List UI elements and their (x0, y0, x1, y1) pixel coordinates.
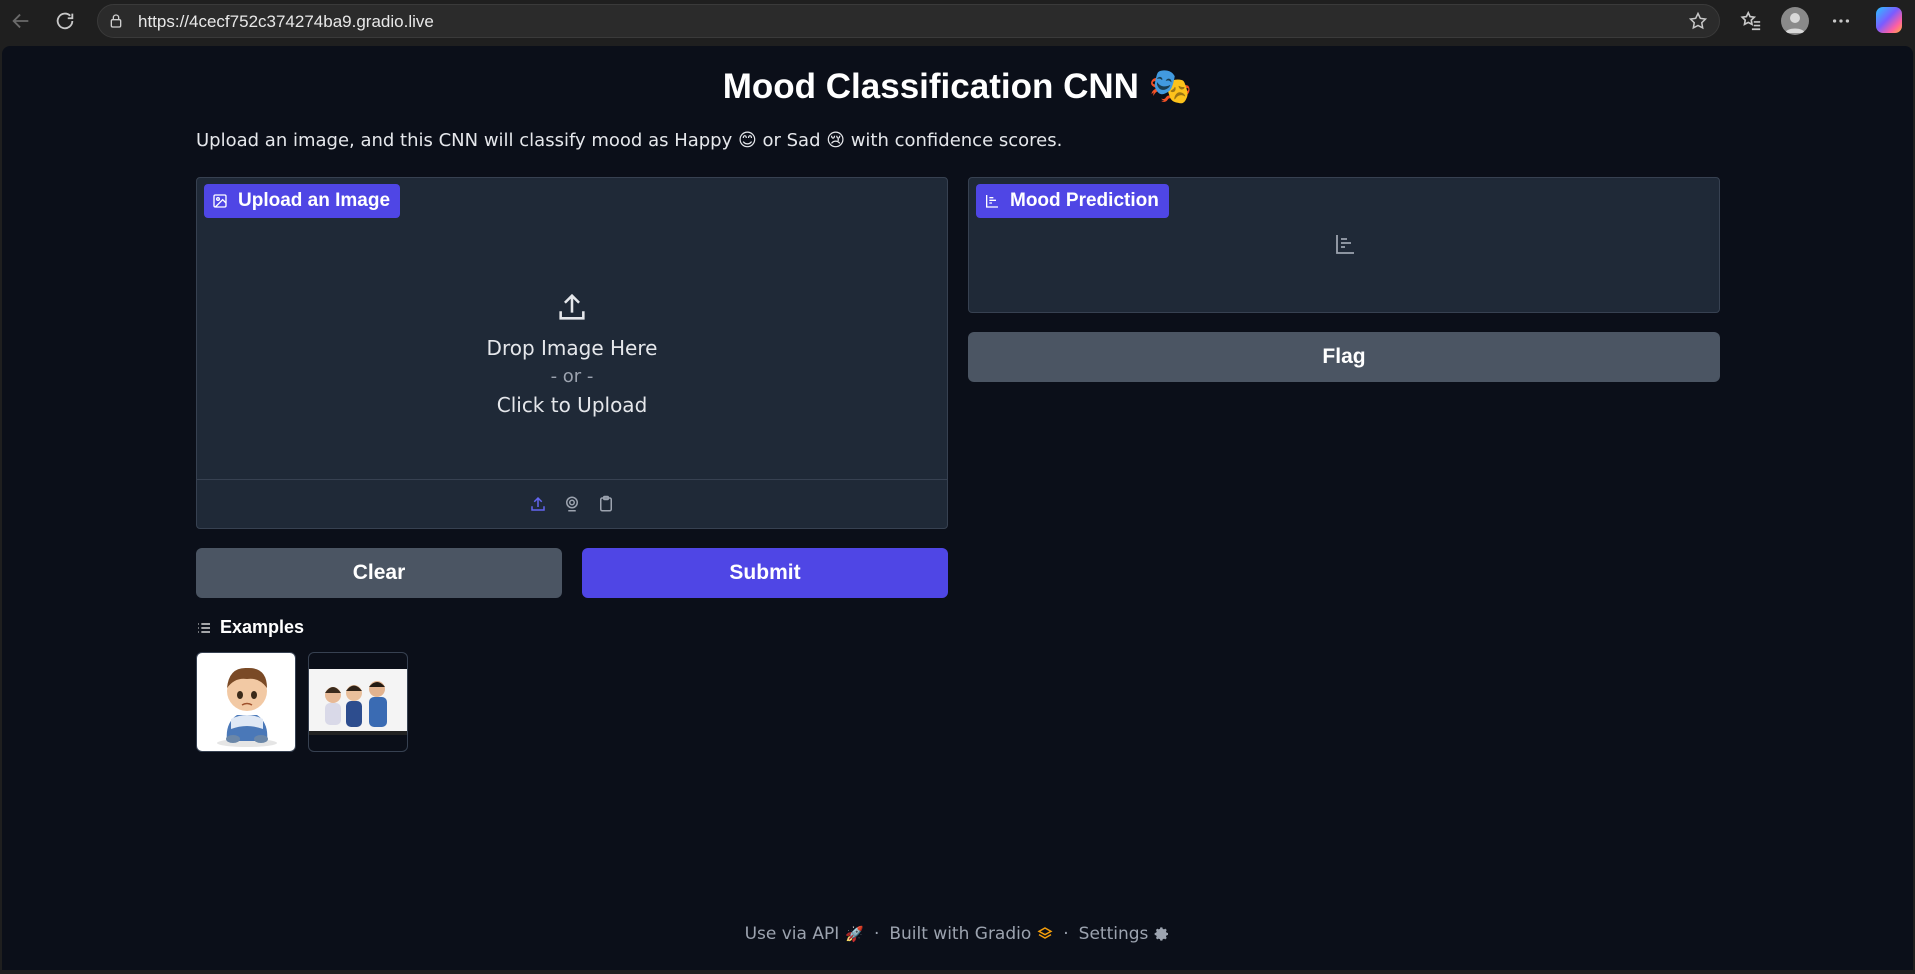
flag-button[interactable]: Flag (968, 332, 1720, 382)
rocket-icon: 🚀 (845, 925, 864, 943)
clipboard-source-icon[interactable] (596, 494, 616, 514)
more-options-icon[interactable] (1826, 6, 1856, 36)
upload-icon (559, 293, 585, 320)
built-with-gradio-text: Built with Gradio (889, 924, 1032, 944)
use-via-api-text: Use via API (744, 924, 840, 944)
footer: Use via API 🚀 · Built with Gradio · Sett… (2, 924, 1913, 944)
copilot-icon[interactable] (1876, 7, 1902, 33)
settings-link[interactable]: Settings (1079, 924, 1171, 944)
examples-header: Examples (196, 617, 304, 638)
gradio-logo-icon (1037, 927, 1053, 939)
mood-prediction-label-text: Mood Prediction (1010, 190, 1159, 211)
example-happy-family-thumbnail[interactable] (308, 652, 408, 752)
clear-button[interactable]: Clear (196, 548, 562, 598)
or-separator-text: - or - (550, 365, 594, 387)
empty-label-chart-icon (1333, 232, 1357, 256)
settings-text: Settings (1078, 924, 1149, 944)
mood-prediction-panel: Mood Prediction (968, 177, 1720, 313)
page-description: Upload an image, and this CNN will class… (196, 130, 1063, 151)
refresh-icon[interactable] (50, 6, 80, 36)
image-icon (213, 194, 227, 208)
favorites-list-icon[interactable] (1736, 6, 1766, 36)
browser-toolbar: https://4cecf752c374274ba9.gradio.live (0, 0, 1915, 44)
upload-source-icon[interactable] (528, 494, 548, 514)
examples-title: Examples (220, 617, 305, 637)
drop-image-text: Drop Image Here (486, 335, 658, 360)
favorite-star-icon[interactable] (1687, 10, 1709, 32)
profile-avatar-icon[interactable] (1781, 7, 1809, 35)
footer-separator: · (873, 924, 880, 944)
list-icon (198, 622, 210, 633)
gradio-app: Mood Classification CNN 🎭 Upload an imag… (2, 46, 1913, 970)
address-bar[interactable]: https://4cecf752c374274ba9.gradio.live (97, 4, 1720, 38)
url-text[interactable]: https://4cecf752c374274ba9.gradio.live (138, 12, 434, 32)
image-input-label-text: Upload an Image (238, 190, 391, 211)
page-title: Mood Classification CNN 🎭 (722, 67, 1193, 106)
footer-separator: · (1063, 924, 1069, 944)
webcam-source-icon[interactable] (562, 494, 582, 514)
submit-button[interactable]: Submit (582, 548, 948, 598)
use-via-api-link[interactable]: Use via API 🚀 (745, 924, 864, 944)
source-selector (197, 479, 947, 528)
back-arrow-icon[interactable] (6, 6, 36, 36)
gear-icon (1155, 927, 1169, 941)
built-with-gradio-link[interactable]: Built with Gradio (889, 924, 1053, 944)
lock-icon[interactable] (106, 11, 126, 31)
example-sad-boy-thumbnail[interactable] (196, 652, 296, 752)
image-input-panel: Upload an Image Drop Image Here - or - C… (196, 177, 948, 529)
label-chart-icon (986, 195, 998, 208)
click-to-upload-text: Click to Upload (496, 392, 648, 417)
image-input-label: Upload an Image (204, 184, 401, 218)
mood-prediction-label: Mood Prediction (976, 184, 1169, 218)
upload-dropzone[interactable]: Drop Image Here - or - Click to Upload (197, 228, 947, 478)
